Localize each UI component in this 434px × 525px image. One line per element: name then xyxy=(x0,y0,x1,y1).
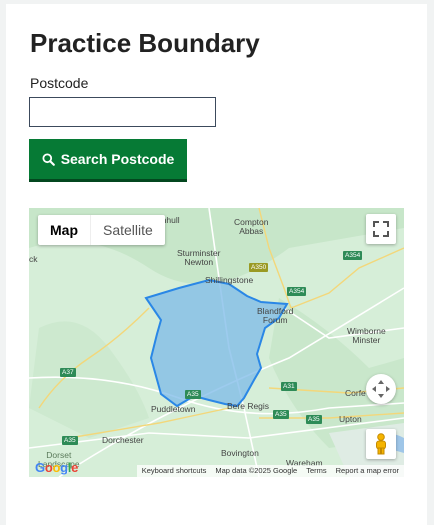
place-blandford-forum: Blandford Forum xyxy=(257,306,294,325)
road-label-a37: A37 xyxy=(60,368,76,377)
camera-control-button[interactable] xyxy=(366,374,396,404)
page-title: Practice Boundary xyxy=(30,28,260,58)
road-label-a35-north: A35 xyxy=(185,390,201,399)
road-label-a35-west: A35 xyxy=(62,436,78,445)
street-view-button[interactable] xyxy=(366,429,396,459)
move-arrows-icon xyxy=(372,380,390,398)
map-data-text: Map data ©2025 Google xyxy=(215,466,298,475)
terms-link[interactable]: Terms xyxy=(306,465,326,477)
road-label-a31: A31 xyxy=(281,382,297,391)
report-error-link[interactable]: Report a map error xyxy=(336,465,399,477)
road-label-a35-upton: A35 xyxy=(306,415,322,424)
postcode-input[interactable] xyxy=(29,97,216,127)
place-upton: Upton xyxy=(339,414,362,424)
search-postcode-button[interactable]: Search Postcode xyxy=(29,139,187,182)
place-edge-ck: ck xyxy=(29,254,38,264)
map-type-satellite-button[interactable]: Satellite xyxy=(91,215,165,245)
postcode-label: Postcode xyxy=(30,75,89,91)
map-attribution: Keyboard shortcuts Map data ©2025 Google… xyxy=(136,465,404,477)
place-bovington: Bovington xyxy=(221,448,259,458)
fullscreen-button[interactable] xyxy=(366,214,396,244)
road-label-a354-north: A354 xyxy=(343,251,363,260)
pegman-icon xyxy=(376,433,386,455)
place-compton-abbas: Compton Abbas xyxy=(234,217,269,236)
keyboard-shortcuts-link[interactable]: Keyboard shortcuts xyxy=(142,465,207,477)
place-shillingstone: Shillingstone xyxy=(205,275,254,285)
place-wimborne-minster: Wimborne Minster xyxy=(347,326,386,345)
map-type-control: Map Satellite xyxy=(38,215,165,245)
place-bere-regis: Bere Regis xyxy=(227,401,270,411)
place-sturminster-newton: Sturminster Newton xyxy=(177,248,221,267)
road-label-a354: A354 xyxy=(287,287,307,296)
map-type-map-button[interactable]: Map xyxy=(38,215,91,245)
road-label-a350: A350 xyxy=(249,263,269,272)
place-dorchester: Dorchester xyxy=(102,435,144,445)
map-container[interactable]: Marnhull Compton Abbas Sturminster Newto… xyxy=(29,208,404,477)
place-puddletown: Puddletown xyxy=(151,404,196,414)
road-label-a35-east: A35 xyxy=(273,410,289,419)
search-icon xyxy=(42,152,55,166)
fullscreen-icon xyxy=(373,221,389,237)
google-logo: Google xyxy=(35,460,79,475)
search-button-label: Search Postcode xyxy=(60,151,175,167)
